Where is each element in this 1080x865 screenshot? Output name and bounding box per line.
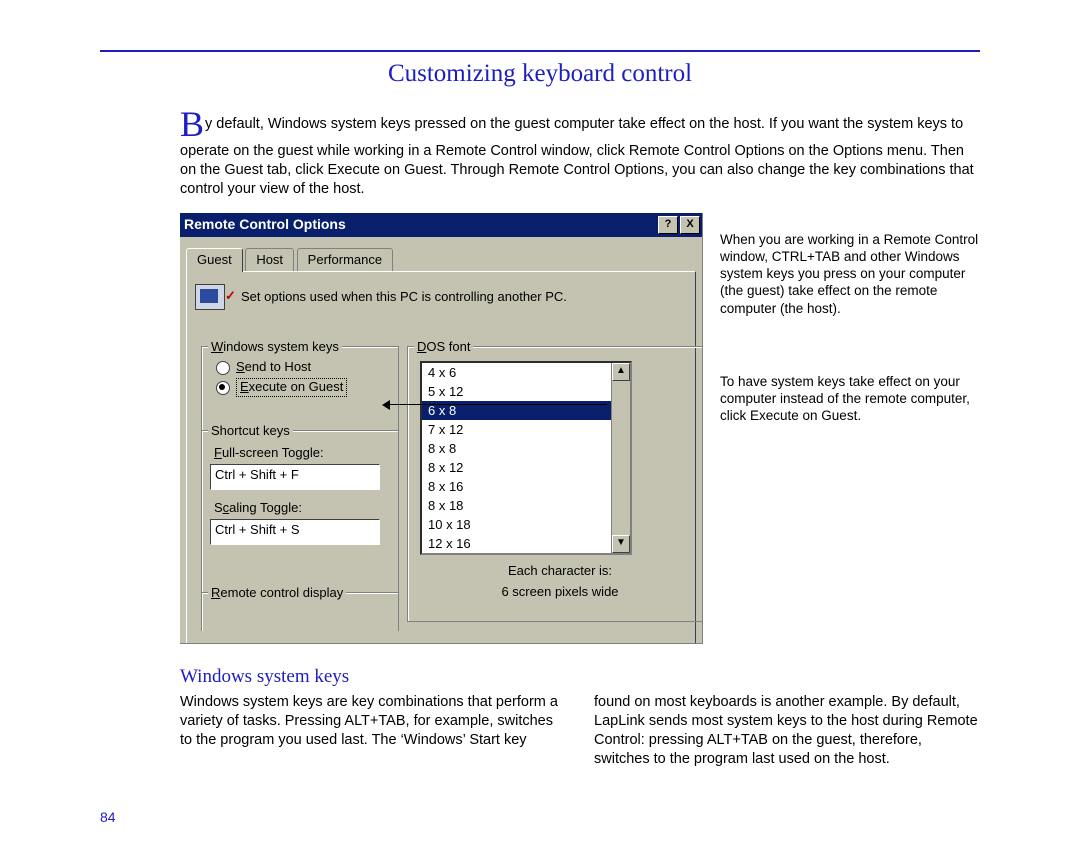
list-item[interactable]: 5 x 12 xyxy=(422,382,630,401)
list-item[interactable]: 8 x 16 xyxy=(422,477,630,496)
dos-footer-1: Each character is: xyxy=(424,563,696,580)
list-item[interactable]: 8 x 12 xyxy=(422,458,630,477)
scroll-down-button[interactable]: ▼ xyxy=(612,535,630,553)
list-item[interactable]: 7 x 12 xyxy=(422,420,630,439)
remote-control-options-dialog: Remote Control Options ? X Guest Host Pe… xyxy=(180,213,703,644)
intro-paragraph: By default, Windows system keys pressed … xyxy=(180,106,980,199)
list-item[interactable]: 8 x 8 xyxy=(422,439,630,458)
list-item[interactable]: 8 x 18 xyxy=(422,496,630,515)
column-1: Windows system keys are key combinations… xyxy=(180,693,566,768)
group-windows-system-keys: Windows system keys Send to Host Execute… xyxy=(201,346,399,432)
red-check-icon: ✓ xyxy=(225,288,236,305)
subheading-windows-system-keys: Windows system keys xyxy=(180,665,980,690)
page-title: Customizing keyboard control xyxy=(100,60,980,88)
body-columns: Windows system keys are key combinations… xyxy=(180,693,980,768)
dos-font-listbox[interactable]: 4 x 6 5 x 12 6 x 8 7 x 12 8 x 8 8 x 12 8… xyxy=(420,361,632,555)
pointer-arrow xyxy=(389,404,607,405)
intro-text: y default, Windows system keys pressed o… xyxy=(180,116,974,197)
tab-host[interactable]: Host xyxy=(245,248,294,273)
radio-execute-on-guest[interactable] xyxy=(216,381,230,395)
dialog-titlebar: Remote Control Options ? X xyxy=(180,213,702,237)
fullscreen-toggle-input[interactable]: Ctrl + Shift + F xyxy=(210,464,380,490)
list-item[interactable]: 4 x 6 xyxy=(422,363,630,382)
list-item[interactable]: 12 x 16 xyxy=(422,534,630,553)
titlebar-help-button[interactable]: ? xyxy=(658,216,678,234)
tab-body: Set options used when this PC is control… xyxy=(186,271,696,643)
dos-footer-2: 6 screen pixels wide xyxy=(424,584,696,601)
scroll-up-button[interactable]: ▲ xyxy=(612,363,630,381)
listbox-scrollbar[interactable]: ▲ ▼ xyxy=(611,363,630,553)
group-remote-control-display: Remote control display xyxy=(201,592,399,631)
tab-description: Set options used when this PC is control… xyxy=(241,289,567,306)
titlebar-close-button[interactable]: X xyxy=(680,216,700,234)
scaling-toggle-input[interactable]: Ctrl + Shift + S xyxy=(210,519,380,545)
annotation-guest-host: When you are working in a Remote Control… xyxy=(720,231,984,317)
radio-send-to-host[interactable] xyxy=(216,361,230,375)
group-shortcut-keys: Shortcut keys Full-screen Toggle: Ctrl +… xyxy=(201,430,399,594)
group-label-remote: Remote control display xyxy=(208,585,346,602)
page-number: 84 xyxy=(100,809,980,825)
group-label-dos: DOS font xyxy=(414,339,473,356)
fullscreen-toggle-label: Full-screen Toggle: xyxy=(214,445,390,462)
tab-guest[interactable]: Guest xyxy=(186,248,243,273)
group-label-shortcut: Shortcut keys xyxy=(208,423,293,440)
scaling-toggle-label: Scaling Toggle: xyxy=(214,500,390,517)
top-rule xyxy=(100,50,980,52)
radio-label-guest: Execute on Guest xyxy=(236,378,347,397)
dropcap: B xyxy=(180,106,204,142)
group-label-syskeys: Windows system keys xyxy=(208,339,342,356)
pc-icon xyxy=(195,284,225,310)
dialog-title: Remote Control Options xyxy=(184,215,346,233)
tabs: Guest Host Performance xyxy=(186,247,702,272)
radio-label-host: Send to Host xyxy=(236,359,311,376)
column-2: found on most keyboards is another examp… xyxy=(594,693,980,768)
tab-performance[interactable]: Performance xyxy=(297,248,393,273)
annotation-execute-on-guest: To have system keys take effect on your … xyxy=(720,373,984,425)
group-dos-font: DOS font 4 x 6 5 x 12 6 x 8 7 x 12 8 x 8… xyxy=(407,346,703,622)
list-item[interactable]: 10 x 18 xyxy=(422,515,630,534)
